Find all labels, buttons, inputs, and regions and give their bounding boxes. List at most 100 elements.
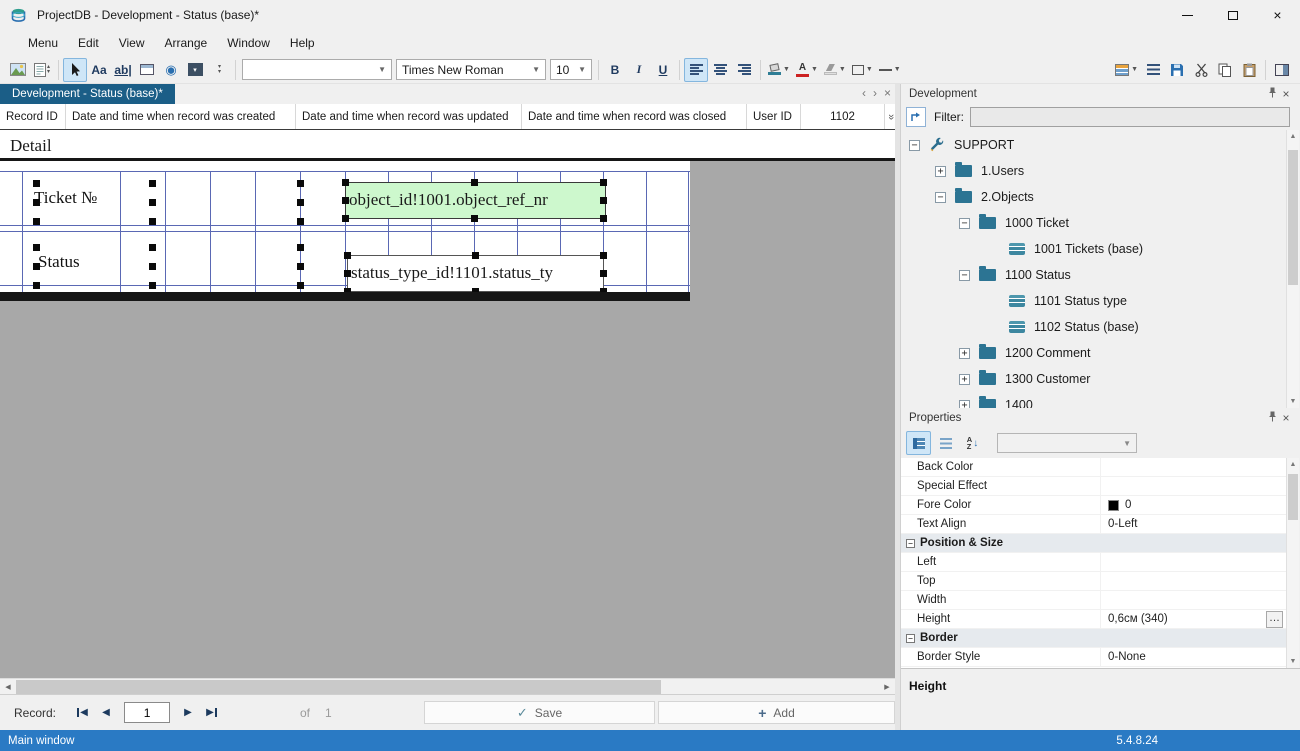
field-list-button[interactable]: [1141, 58, 1165, 82]
property-category-border[interactable]: − Border: [901, 629, 1287, 648]
category-collapse-icon[interactable]: −: [906, 538, 915, 548]
textbox-tool-button[interactable]: ab|: [111, 58, 135, 82]
tree-item-1101-status-type[interactable]: 1101 Status type: [901, 288, 1287, 314]
tree-toggle[interactable]: +: [959, 373, 970, 385]
save-toolbar-button[interactable]: [1165, 58, 1189, 82]
menu-item-arrange[interactable]: Arrange: [155, 32, 218, 54]
option-tool-button[interactable]: ◉: [159, 58, 183, 82]
border-button[interactable]: ▼: [849, 58, 876, 82]
alphabetical-view-button[interactable]: [933, 431, 958, 455]
minimize-button[interactable]: [1165, 0, 1210, 30]
properties-panel-close-icon[interactable]: ×: [1279, 411, 1293, 425]
property-row-left[interactable]: Left: [901, 553, 1287, 572]
property-row-back-color[interactable]: Back Color: [901, 458, 1287, 477]
paste-button[interactable]: [1237, 58, 1261, 82]
tree-item-support[interactable]: − SUPPORT: [901, 132, 1287, 158]
align-center-button[interactable]: [708, 58, 732, 82]
report-button[interactable]: ▴ ▾: [30, 58, 54, 82]
menu-item-menu[interactable]: Menu: [18, 32, 68, 54]
highlight-color-button[interactable]: ▼: [821, 58, 849, 82]
first-record-button[interactable]: ◀: [70, 702, 94, 724]
tree-item-1200-comment[interactable]: + 1200 Comment: [901, 340, 1287, 366]
status-label-control[interactable]: Status: [38, 252, 80, 272]
line-style-button[interactable]: ▼: [876, 58, 904, 82]
property-object-combo[interactable]: ▼: [997, 433, 1137, 453]
tree-toggle[interactable]: +: [959, 347, 970, 359]
tree-toggle[interactable]: +: [959, 399, 970, 408]
scroll-up-arrow-icon[interactable]: ▲: [1287, 130, 1299, 143]
menu-item-window[interactable]: Window: [217, 32, 280, 54]
tree-item-1400[interactable]: + 1400: [901, 392, 1287, 408]
add-record-button[interactable]: + Add: [658, 701, 895, 724]
tab-development-status[interactable]: Development - Status (base)*: [0, 84, 175, 104]
close-button[interactable]: ×: [1255, 0, 1300, 30]
save-record-button[interactable]: ✓ Save: [424, 701, 655, 724]
align-left-button[interactable]: [684, 57, 708, 82]
ticket-label-control[interactable]: Ticket №: [34, 188, 97, 208]
last-record-button[interactable]: ▶: [200, 702, 224, 724]
frame-tool-button[interactable]: [135, 58, 159, 82]
horizontal-scrollbar[interactable]: ◀ ▶: [0, 678, 895, 694]
panels-button[interactable]: [1270, 58, 1294, 82]
copy-button[interactable]: [1213, 58, 1237, 82]
pin-icon[interactable]: [1265, 411, 1279, 425]
property-row-border-style[interactable]: Border Style 0-None: [901, 648, 1287, 667]
filter-input[interactable]: [970, 107, 1290, 127]
property-row-special-effect[interactable]: Special Effect: [901, 477, 1287, 496]
property-row-top[interactable]: Top: [901, 572, 1287, 591]
font-family-combo[interactable]: Times New Roman ▼: [396, 59, 546, 80]
scroll-up-arrow-icon[interactable]: ▲: [1287, 458, 1299, 471]
menu-item-help[interactable]: Help: [280, 32, 325, 54]
form-grid[interactable]: Ticket № Status object_id!1001.object_re…: [0, 161, 690, 301]
field-column-record-id[interactable]: Record ID: [0, 104, 66, 129]
field-column-closed[interactable]: Date and time when record was closed: [522, 104, 747, 129]
menu-item-view[interactable]: View: [109, 32, 155, 54]
tree-toggle[interactable]: −: [959, 269, 970, 281]
label-tool-button[interactable]: Aa: [87, 58, 111, 82]
style-combo[interactable]: ▼: [242, 59, 392, 80]
table-view-button[interactable]: ▼: [1112, 58, 1141, 82]
form-designer-canvas[interactable]: Detail Ticket № Status object_id!1001.ob…: [0, 130, 895, 678]
property-row-fore-color[interactable]: Fore Color 0: [901, 496, 1287, 515]
field-column-updated[interactable]: Date and time when record was updated: [296, 104, 522, 129]
tab-close-button[interactable]: ×: [884, 86, 891, 100]
tree-toggle[interactable]: +: [935, 165, 946, 177]
goto-object-button[interactable]: [906, 107, 926, 127]
field-column-created[interactable]: Date and time when record was created: [66, 104, 296, 129]
combobox-tool-button[interactable]: ▾: [183, 58, 207, 82]
selection-handles[interactable]: [33, 180, 40, 187]
tree-toggle[interactable]: −: [909, 139, 920, 151]
font-color-button[interactable]: A ▼: [793, 58, 821, 82]
tree-toggle[interactable]: −: [959, 217, 970, 229]
properties-scrollbar[interactable]: ▲ ▼: [1286, 458, 1299, 668]
property-row-width[interactable]: Width: [901, 591, 1287, 610]
height-editor-button[interactable]: …: [1266, 611, 1283, 628]
toolbar-overflow-button[interactable]: ▾ ▾: [207, 58, 231, 82]
property-row-text-align[interactable]: Text Align 0-Left: [901, 515, 1287, 534]
bold-button[interactable]: B: [603, 58, 627, 82]
scroll-down-arrow-icon[interactable]: ▼: [1287, 395, 1299, 408]
development-panel-close-icon[interactable]: ×: [1279, 87, 1293, 101]
scrollbar-thumb[interactable]: [16, 680, 661, 694]
tree-toggle[interactable]: −: [935, 191, 946, 203]
underline-button[interactable]: U: [651, 58, 675, 82]
back-color-button[interactable]: ▼: [765, 58, 793, 82]
tab-scroll-right-button[interactable]: ›: [873, 86, 877, 100]
select-tool-button[interactable]: [63, 57, 87, 82]
detail-band-header[interactable]: Detail: [0, 130, 895, 161]
record-number-input[interactable]: [124, 702, 171, 723]
status-field-control[interactable]: status_type_id!1101.status_ty: [347, 255, 604, 292]
next-record-button[interactable]: ▶: [176, 702, 200, 724]
tree-item-1100-status[interactable]: − 1100 Status: [901, 262, 1287, 288]
ticket-field-control[interactable]: object_id!1001.object_ref_nr: [345, 182, 606, 219]
property-category-position-size[interactable]: − Position & Size: [901, 534, 1287, 553]
scrollbar-thumb[interactable]: [1288, 150, 1298, 285]
sort-az-button[interactable]: A Z ↓: [960, 431, 985, 455]
tree-scrollbar[interactable]: ▲ ▼: [1286, 130, 1299, 408]
tree-item-users[interactable]: + 1.Users: [901, 158, 1287, 184]
categorized-view-button[interactable]: [906, 431, 931, 455]
previous-record-button[interactable]: ◀: [94, 702, 118, 724]
font-size-combo[interactable]: 10 ▼: [550, 59, 592, 80]
category-collapse-icon[interactable]: −: [906, 633, 915, 643]
align-right-button[interactable]: [732, 58, 756, 82]
